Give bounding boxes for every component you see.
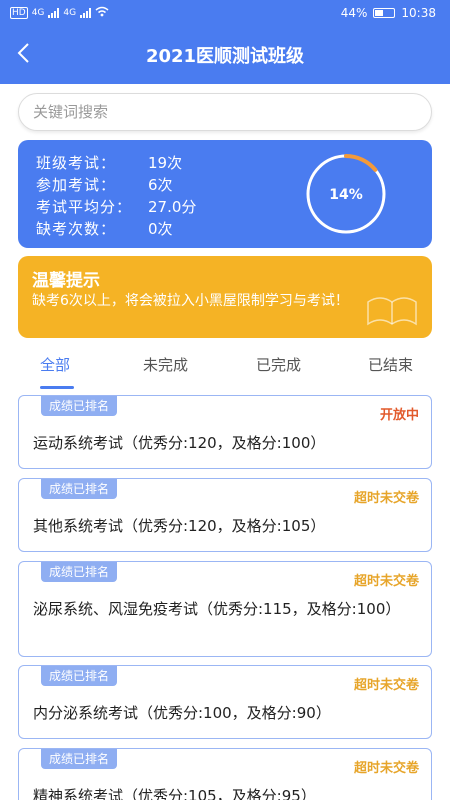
attended-label: 参加考试： [36,176,117,194]
status-bar: HD 4G 4G 44% 10:38 [0,0,450,28]
tab-ended[interactable]: 已结束 [368,354,413,375]
exam-title: 运动系统考试（优秀分:120，及格分:100） [33,434,326,452]
avg-score-label: 考试平均分： [36,198,133,216]
rank-badge: 成绩已排名 [41,666,118,686]
exam-card[interactable]: 成绩已排名 超时未交卷 泌尿系统、风湿免疫考试（优秀分:115，及格分:100） [18,561,432,657]
exam-summary-card: 班级考试： 19次 参加考试： 6次 考试平均分： 27.0分 缺考次数： 0次 14% [18,140,432,248]
hd-icon: HD [10,7,28,19]
rank-badge: 成绩已排名 [41,562,118,582]
exam-card[interactable]: 成绩已排名 超时未交卷 内分泌系统考试（优秀分:100，及格分:90） [18,665,432,739]
rank-badge: 成绩已排名 [41,749,118,769]
battery-icon [373,8,396,18]
nav-bar: 2021医顺测试班级 [0,32,450,76]
search-bar[interactable] [18,93,432,131]
avg-score-value: 27.0分 [148,198,197,216]
exam-status: 超时未交卷 [353,678,419,693]
rank-badge: 成绩已排名 [41,396,118,416]
tips-banner: 温馨提示 缺考6次以上，将会被拉入小黑屋限制学习与考试！ [18,256,432,338]
attended-value: 6次 [148,176,173,194]
exam-title: 内分泌系统考试（优秀分:100，及格分:90） [33,704,331,722]
tips-title: 温馨提示 [32,271,100,291]
battery-percent: 44% [340,6,368,20]
class-exams-value: 19次 [148,154,183,172]
progress-ring: 14% [306,154,386,234]
absent-value: 0次 [148,220,173,238]
tab-indicator [40,386,74,389]
exam-title: 其他系统考试（优秀分:120，及格分:105） [33,517,326,535]
book-icon [367,297,417,326]
top-bar: HD 4G 4G 44% 10:38 2021医顺测试班级 [0,0,450,84]
exam-status: 开放中 [379,408,419,423]
page-title: 2021医顺测试班级 [145,46,305,67]
exam-title: 泌尿系统、风湿免疫考试（优秀分:115，及格分:100） [33,600,401,618]
progress-text: 14% [329,187,363,203]
tab-unfinished[interactable]: 未完成 [143,354,188,375]
search-input[interactable] [19,94,431,130]
tab-finished[interactable]: 已完成 [256,354,301,375]
class-exams-label: 班级考试： [36,154,117,172]
signal-icon [48,8,60,18]
tab-bar: 全部 未完成 已完成 已结束 [0,346,450,390]
exam-status: 超时未交卷 [353,491,419,506]
exam-card[interactable]: 成绩已排名 开放中 运动系统考试（优秀分:120，及格分:100） [18,395,432,469]
absent-label: 缺考次数： [36,220,117,238]
rank-badge: 成绩已排名 [41,479,118,499]
tips-text: 缺考6次以上，将会被拉入小黑屋限制学习与考试！ [32,293,349,309]
exam-status: 超时未交卷 [353,761,419,776]
clock: 10:38 [401,6,436,20]
tab-all[interactable]: 全部 [40,354,70,375]
exam-title: 精神系统考试（优秀分:105，及格分:95） [33,787,316,800]
network-label-1: 4G [31,8,45,18]
wifi-icon [95,6,109,20]
network-label-2: 4G [63,8,77,18]
signal-icon-2 [80,8,92,18]
exam-status: 超时未交卷 [353,574,419,589]
exam-card[interactable]: 成绩已排名 超时未交卷 精神系统考试（优秀分:105，及格分:95） [18,748,432,800]
exam-card[interactable]: 成绩已排名 超时未交卷 其他系统考试（优秀分:120，及格分:105） [18,478,432,552]
